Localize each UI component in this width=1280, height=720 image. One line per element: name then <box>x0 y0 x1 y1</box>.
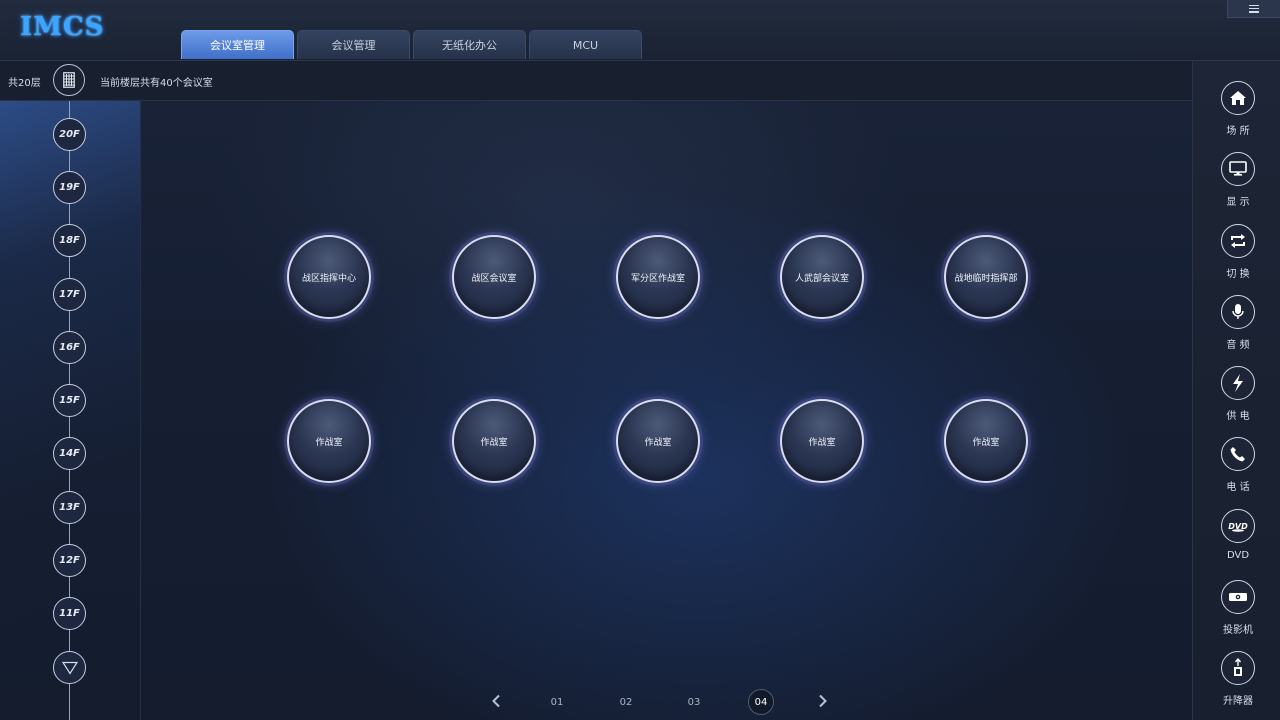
floor-info-bar: 共20层 当前楼层共有40个会议室 <box>0 61 1192 101</box>
toolbar-dvd-button[interactable]: DVD DVD <box>1204 509 1272 571</box>
room-button[interactable]: 战区会议室 <box>452 235 536 319</box>
tab-mcu[interactable]: MCU <box>529 30 642 59</box>
projector-icon <box>1229 593 1247 601</box>
toolbar-projector-button[interactable]: 投影机 <box>1204 580 1272 642</box>
room-button[interactable]: 作战室 <box>780 399 864 483</box>
room-button[interactable]: 作战室 <box>616 399 700 483</box>
toolbar-label: 投影机 <box>1223 625 1253 636</box>
app-root: IMCS 会议室管理 会议管理 无纸化办公 MCU 共20层 当前楼层共有40个… <box>0 0 1280 720</box>
menu-button[interactable] <box>1227 0 1280 18</box>
toolbar-icon-ring <box>1221 366 1255 400</box>
floor-button-16f[interactable]: 16F <box>53 331 86 364</box>
toolbar-icon-ring <box>1221 651 1255 685</box>
toolbar-switch-button[interactable]: 切 换 <box>1204 224 1272 286</box>
toolbar-label: 电 话 <box>1226 482 1250 493</box>
toolbar-label: 音 频 <box>1226 340 1250 351</box>
switch-icon <box>1231 234 1245 248</box>
toolbar-icon-ring <box>1221 580 1255 614</box>
toolbar-icon-ring <box>1221 81 1255 115</box>
toolbar-icon-ring <box>1221 437 1255 471</box>
floor-button-13f[interactable]: 13F <box>53 491 86 524</box>
toolbar-power-button[interactable]: 供 电 <box>1204 366 1272 428</box>
floor-scroll-down-button[interactable] <box>53 651 86 684</box>
toolbar-label: 场 所 <box>1226 126 1250 137</box>
floor-room-count-text: 当前楼层共有40个会议室 <box>100 78 213 89</box>
floor-button-20f[interactable]: 20F <box>53 118 86 151</box>
room-button[interactable]: 作战室 <box>944 399 1028 483</box>
dvd-icon: DVD <box>1228 522 1248 532</box>
monitor-icon <box>1229 161 1247 176</box>
floor-button-17f[interactable]: 17F <box>53 278 86 311</box>
room-button[interactable]: 人武部会议室 <box>780 235 864 319</box>
floor-button-12f[interactable]: 12F <box>53 544 86 577</box>
floor-button-18f[interactable]: 18F <box>53 224 86 257</box>
phone-icon <box>1230 447 1245 462</box>
toolbar-lift-button[interactable]: 升降器 <box>1204 651 1272 713</box>
lightning-icon <box>1233 374 1243 392</box>
toolbar-label: DVD <box>1226 550 1250 561</box>
toolbar-venue-button[interactable]: 场 所 <box>1204 81 1272 143</box>
room-button[interactable]: 战地临时指挥部 <box>944 235 1028 319</box>
next-page-button[interactable] <box>815 693 831 709</box>
hamburger-icon <box>1249 4 1259 13</box>
building-button[interactable] <box>53 64 85 96</box>
lift-icon <box>1234 658 1242 676</box>
toolbar-icon-ring <box>1221 224 1255 258</box>
tab-meeting-room-management[interactable]: 会议室管理 <box>181 30 294 59</box>
home-icon <box>1230 91 1246 105</box>
tab-paperless-office[interactable]: 无纸化办公 <box>413 30 526 59</box>
main-tabs: 会议室管理 会议管理 无纸化办公 MCU <box>181 30 642 59</box>
room-button[interactable]: 作战室 <box>452 399 536 483</box>
page-button-04[interactable]: 04 <box>748 689 774 715</box>
room-button[interactable]: 战区指挥中心 <box>287 235 371 319</box>
room-button[interactable]: 作战室 <box>287 399 371 483</box>
page-button-02[interactable]: 02 <box>613 689 639 715</box>
chevron-right-icon <box>819 694 827 708</box>
page-button-03[interactable]: 03 <box>681 689 707 715</box>
toolbar-display-button[interactable]: 显 示 <box>1204 152 1272 214</box>
room-button[interactable]: 军分区作战室 <box>616 235 700 319</box>
chevron-left-icon <box>492 694 500 708</box>
toolbar-icon-ring <box>1221 295 1255 329</box>
toolbar-label: 显 示 <box>1226 197 1250 208</box>
top-header: IMCS 会议室管理 会议管理 无纸化办公 MCU <box>0 0 1280 61</box>
prev-page-button[interactable] <box>488 693 504 709</box>
toolbar-phone-button[interactable]: 电 话 <box>1204 437 1272 499</box>
toolbar-audio-button[interactable]: 音 频 <box>1204 295 1272 357</box>
toolbar-icon-ring: DVD <box>1221 509 1255 543</box>
triangle-down-icon <box>61 661 78 675</box>
floor-button-11f[interactable]: 11F <box>53 597 86 630</box>
toolbar-icon-ring <box>1221 152 1255 186</box>
floor-button-15f[interactable]: 15F <box>53 384 86 417</box>
building-icon <box>63 72 75 88</box>
floor-button-14f[interactable]: 14F <box>53 437 86 470</box>
tab-meeting-management[interactable]: 会议管理 <box>297 30 410 59</box>
floor-button-19f[interactable]: 19F <box>53 171 86 204</box>
toolbar-label: 切 换 <box>1226 269 1250 280</box>
toolbar-label: 升降器 <box>1223 696 1253 707</box>
toolbar-label: 供 电 <box>1226 411 1250 422</box>
app-logo: IMCS <box>20 12 105 42</box>
microphone-icon <box>1232 304 1244 319</box>
page-button-01[interactable]: 01 <box>544 689 570 715</box>
floor-total-text: 共20层 <box>8 78 41 89</box>
